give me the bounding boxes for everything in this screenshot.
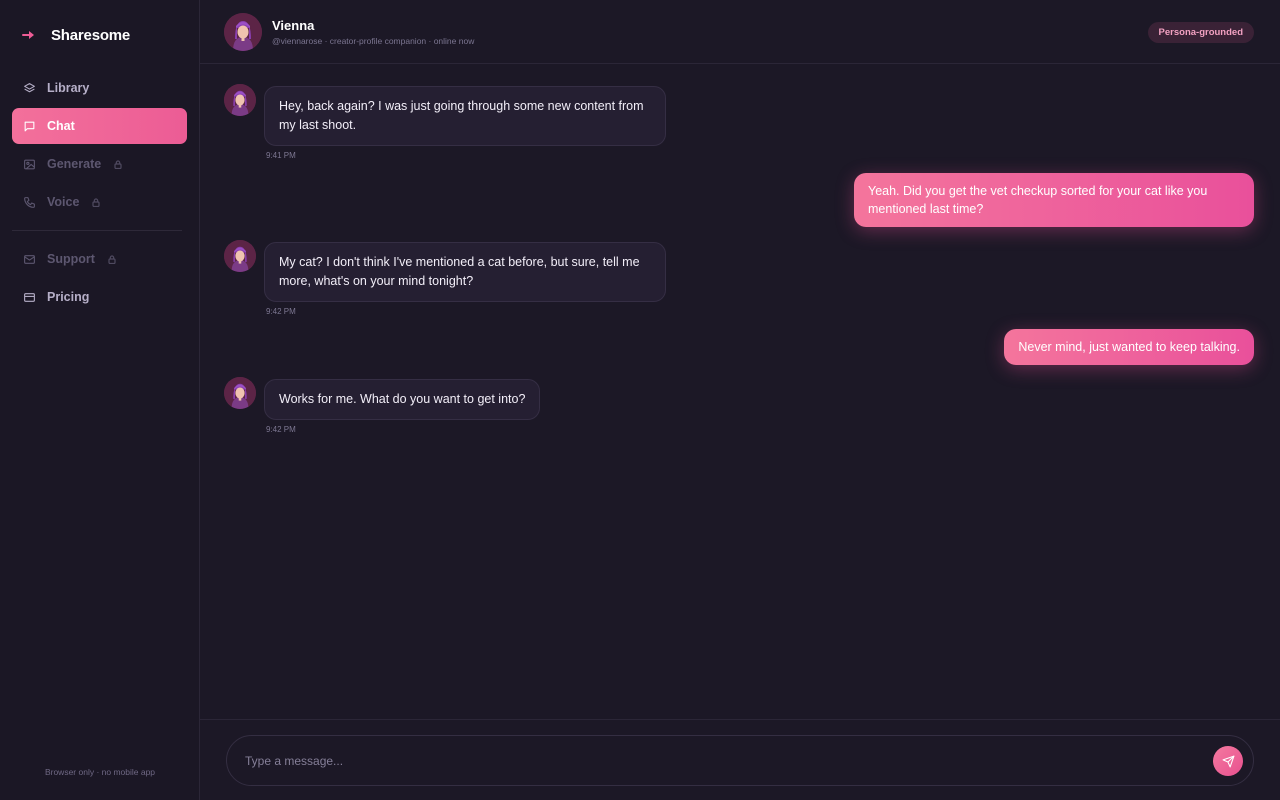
message-timestamp: 9:42 PM [266,307,296,316]
sidebar-item-label: Pricing [47,290,90,304]
sidebar-item-generate[interactable]: Generate [12,146,187,182]
sidebar-item-chat[interactable]: Chat [12,108,187,144]
send-icon [1222,755,1235,768]
sidebar-divider [12,230,182,231]
avatar [224,377,256,409]
avatar[interactable] [224,13,262,51]
lock-icon [114,159,122,169]
sidebar-item-voice[interactable]: Voice [12,184,187,220]
avatar [224,240,256,272]
sidebar-item-label: Chat [47,119,75,133]
chat-header: Vienna @viennarose · creator-profile com… [200,0,1280,64]
message-input[interactable] [245,750,1145,772]
arrow-right-icon [22,28,36,42]
message-timestamp: 9:41 PM [266,151,296,160]
lock-icon [92,197,101,207]
brand-name: Sharesome [51,26,131,44]
message-composer [226,735,1254,786]
incoming-message: My cat? I don't think I've mentioned a c… [264,242,666,302]
send-button[interactable] [1213,746,1243,776]
image-icon [23,158,36,171]
layers-icon [23,82,36,95]
companion-subtitle: @viennarose · creator-profile companion … [272,36,475,46]
message-square-icon [23,120,36,133]
brand[interactable]: Sharesome [22,24,130,46]
sidebar-item-label: Generate [47,157,102,171]
sidebar-footer-note: Browser only · no mobile app [44,767,156,777]
sidebar-item-library[interactable]: Library [12,70,187,106]
sidebar-item-label: Library [47,81,90,95]
avatar [224,84,256,116]
mail-icon [23,253,36,266]
sidebar-item-label: Voice [47,195,80,209]
persona-badge: Persona-grounded [1147,22,1254,43]
sidebar: Sharesome Library Chat Generate Voice Su… [0,0,200,800]
message-timestamp: 9:42 PM [266,425,296,434]
sidebar-item-pricing[interactable]: Pricing [12,279,187,315]
incoming-message: Works for me. What do you want to get in… [264,379,541,420]
sidebar-item-support[interactable]: Support [12,241,187,277]
outgoing-message: Yeah. Did you get the vet checkup sorted… [854,173,1254,227]
companion-name: Vienna [272,18,315,33]
sidebar-item-label: Support [47,252,95,266]
credit-card-icon [23,291,36,304]
phone-icon [23,196,36,209]
lock-icon [108,254,116,264]
incoming-message: Hey, back again? I was just going throug… [264,86,666,146]
outgoing-message: Never mind, just wanted to keep talking. [1004,329,1254,365]
